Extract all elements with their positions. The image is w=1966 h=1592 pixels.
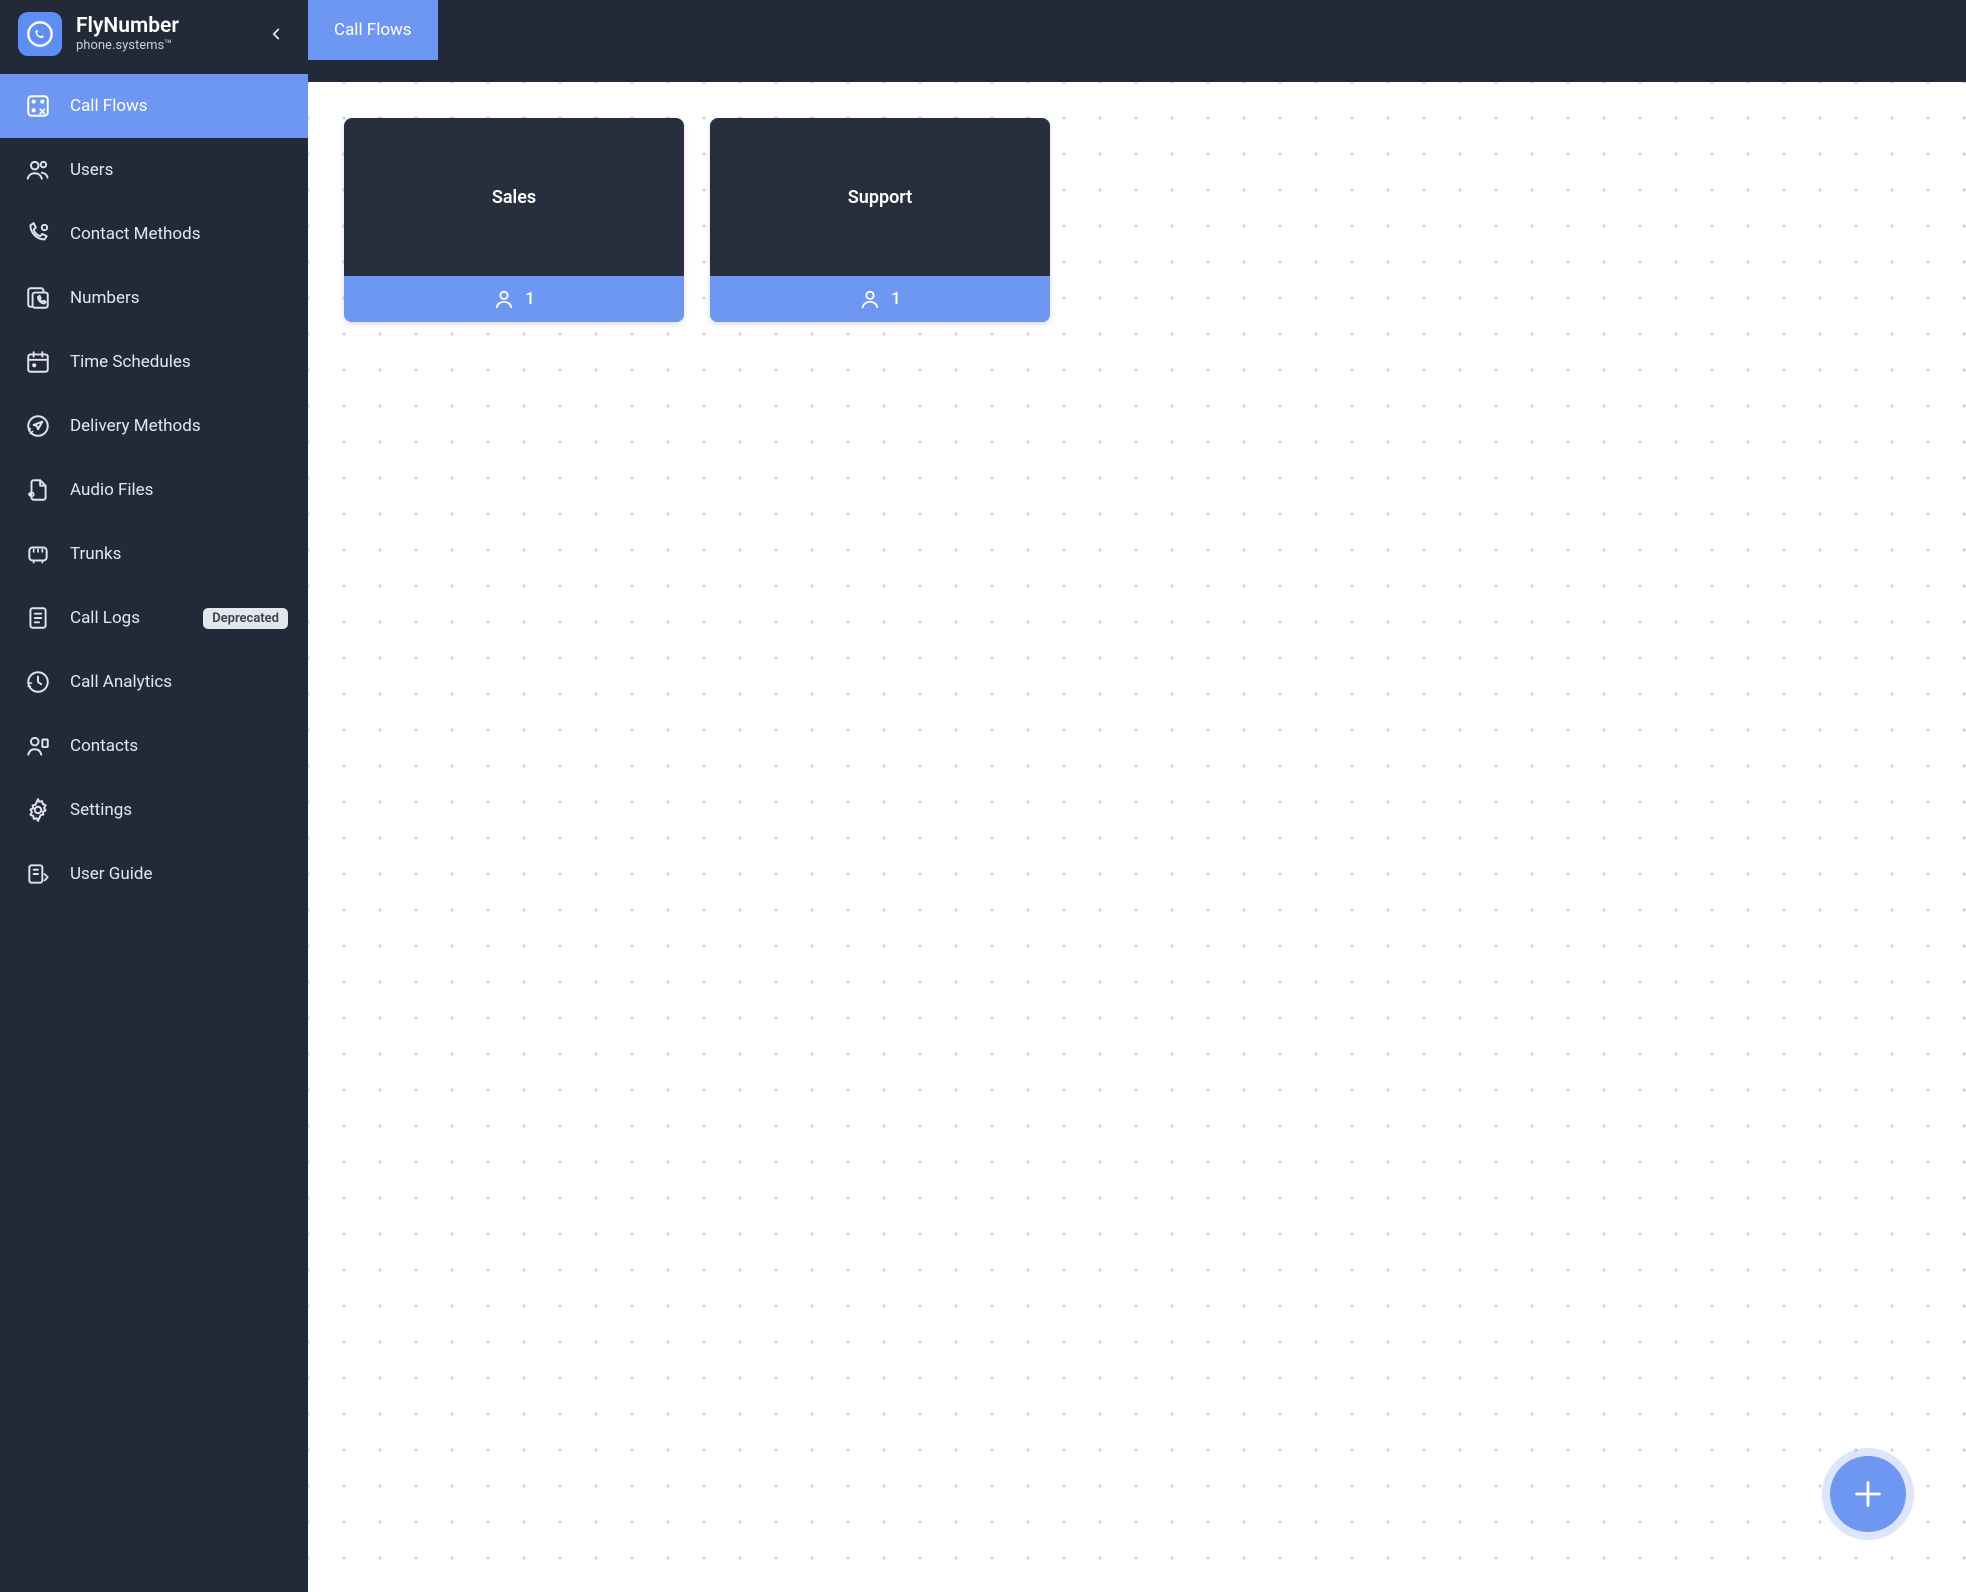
chevron-left-icon (267, 25, 285, 43)
cards-row: Sales 1 Support 1 (308, 82, 1966, 358)
topbar: Call Flows (308, 0, 1966, 82)
sidebar-item-delivery-methods[interactable]: Delivery Methods (0, 394, 308, 458)
gear-icon (24, 796, 52, 824)
brand-text: FlyNumber phone.systems™ (76, 14, 179, 53)
sidebar-item-label: Numbers (70, 288, 288, 308)
card-footer: 1 (710, 276, 1050, 322)
trunks-icon (24, 540, 52, 568)
brand-subtitle: phone.systems™ (76, 39, 179, 54)
sidebar-item-contacts[interactable]: Contacts (0, 714, 308, 778)
card-count: 1 (891, 289, 901, 309)
tab-call-flows[interactable]: Call Flows (308, 0, 438, 60)
sidebar-item-user-guide[interactable]: User Guide (0, 842, 308, 906)
delivery-icon (24, 412, 52, 440)
brand-logo (18, 12, 62, 56)
sidebar-item-label: Contacts (70, 736, 288, 756)
call-logs-icon (24, 604, 52, 632)
call-flow-card-sales[interactable]: Sales 1 (344, 118, 684, 322)
sidebar: FlyNumber phone.systems™ Call Flows User… (0, 0, 308, 1592)
audio-file-icon (24, 476, 52, 504)
sidebar-item-audio-files[interactable]: Audio Files (0, 458, 308, 522)
sidebar-item-label: Trunks (70, 544, 288, 564)
contact-methods-icon (24, 220, 52, 248)
sidebar-item-call-flows[interactable]: Call Flows (0, 74, 308, 138)
sidebar-item-numbers[interactable]: Numbers (0, 266, 308, 330)
sidebar-item-call-logs[interactable]: Call Logs Deprecated (0, 586, 308, 650)
sidebar-item-trunks[interactable]: Trunks (0, 522, 308, 586)
brand-block: FlyNumber phone.systems™ (0, 0, 308, 70)
plus-icon (1851, 1477, 1885, 1511)
card-footer: 1 (344, 276, 684, 322)
call-flow-card-support[interactable]: Support 1 (710, 118, 1050, 322)
card-title: Support (710, 118, 1050, 276)
sidebar-item-label: Audio Files (70, 480, 288, 500)
analytics-icon (24, 668, 52, 696)
sidebar-item-label: User Guide (70, 864, 288, 884)
sidebar-item-label: Settings (70, 800, 288, 820)
deprecated-badge: Deprecated (203, 608, 288, 629)
main: Call Flows Sales 1 Support 1 (308, 0, 1966, 1592)
sidebar-nav: Call Flows Users Contact Methods Numbers (0, 70, 308, 906)
numbers-icon (24, 284, 52, 312)
user-guide-icon (24, 860, 52, 888)
sidebar-item-label: Users (70, 160, 288, 180)
user-icon (493, 288, 515, 310)
canvas[interactable]: Sales 1 Support 1 (308, 82, 1966, 1592)
sidebar-item-users[interactable]: Users (0, 138, 308, 202)
contacts-icon (24, 732, 52, 760)
add-button[interactable] (1830, 1456, 1906, 1532)
users-icon (24, 156, 52, 184)
brand-title: FlyNumber (76, 14, 179, 38)
card-count: 1 (525, 289, 535, 309)
sidebar-item-label: Contact Methods (70, 224, 288, 244)
call-flows-icon (24, 92, 52, 120)
sidebar-item-label: Call Analytics (70, 672, 288, 692)
sidebar-item-settings[interactable]: Settings (0, 778, 308, 842)
phone-icon (26, 20, 54, 48)
card-title: Sales (344, 118, 684, 276)
calendar-icon (24, 348, 52, 376)
sidebar-item-label: Delivery Methods (70, 416, 288, 436)
sidebar-item-time-schedules[interactable]: Time Schedules (0, 330, 308, 394)
sidebar-item-label: Time Schedules (70, 352, 288, 372)
sidebar-item-label: Call Logs (70, 608, 185, 628)
sidebar-item-label: Call Flows (70, 96, 288, 116)
user-icon (859, 288, 881, 310)
sidebar-collapse-button[interactable] (262, 20, 290, 48)
sidebar-item-call-analytics[interactable]: Call Analytics (0, 650, 308, 714)
tab-label: Call Flows (334, 20, 412, 40)
sidebar-item-contact-methods[interactable]: Contact Methods (0, 202, 308, 266)
